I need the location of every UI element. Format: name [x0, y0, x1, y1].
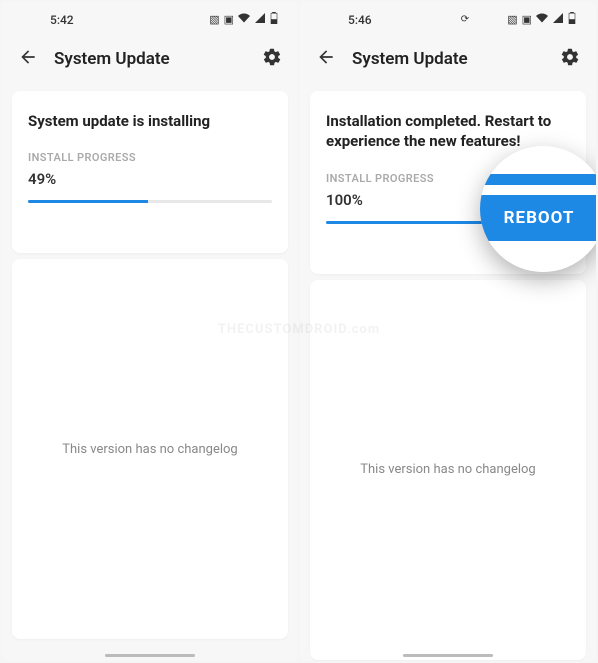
phone-screen-left: 5:42 ▧ ▣ System Update System update is …	[2, 2, 298, 661]
picture-icon: ▣	[224, 13, 234, 26]
status-time: 5:42	[50, 13, 74, 27]
reboot-button-magnified[interactable]: REBOOT	[480, 146, 596, 272]
home-indicator[interactable]	[403, 654, 493, 657]
reboot-button-label: REBOOT	[480, 195, 596, 240]
wifi-icon	[238, 12, 250, 27]
progress-fill	[28, 200, 148, 203]
gear-icon[interactable]	[560, 47, 580, 71]
progress-value: 49%	[28, 170, 272, 188]
battery-icon	[568, 12, 576, 27]
picture-icon: ▣	[522, 13, 532, 26]
gear-icon[interactable]	[262, 47, 282, 71]
page-title: System Update	[54, 49, 246, 69]
progress-label: INSTALL PROGRESS	[28, 151, 272, 164]
page-title: System Update	[352, 49, 544, 69]
update-status-title: Installation completed. Restart to exper…	[326, 111, 570, 152]
phone-screen-right: 5:46 ⟳ ▧ ▣ System Update Installation co	[300, 2, 596, 661]
app-header: System Update	[2, 33, 298, 85]
status-bar: 5:42 ▧ ▣	[2, 2, 298, 33]
status-bar: 5:46 ⟳ ▧ ▣	[300, 2, 596, 33]
status-time: 5:46	[348, 13, 372, 27]
signal-icon	[552, 12, 564, 27]
battery-icon	[270, 12, 278, 27]
restart-icon: ⟳	[461, 14, 469, 25]
nfc-icon: ▧	[507, 13, 517, 26]
home-indicator[interactable]	[105, 654, 195, 657]
back-icon[interactable]	[316, 47, 336, 71]
changelog-empty-text: This version has no changelog	[62, 442, 237, 457]
changelog-empty-text: This version has no changelog	[360, 462, 535, 477]
nfc-icon: ▧	[209, 13, 219, 26]
changelog-card: This version has no changelog	[12, 259, 288, 639]
update-progress-card: System update is installing INSTALL PROG…	[12, 91, 288, 253]
changelog-card: This version has no changelog	[310, 280, 586, 660]
app-header: System Update	[300, 33, 596, 85]
signal-icon	[254, 12, 266, 27]
progress-bar	[28, 200, 272, 203]
wifi-icon	[536, 12, 548, 27]
back-icon[interactable]	[18, 47, 38, 71]
status-icons: ⟳ ▧ ▣	[461, 12, 576, 27]
status-icons: ▧ ▣	[209, 12, 278, 27]
update-status-title: System update is installing	[28, 111, 272, 131]
